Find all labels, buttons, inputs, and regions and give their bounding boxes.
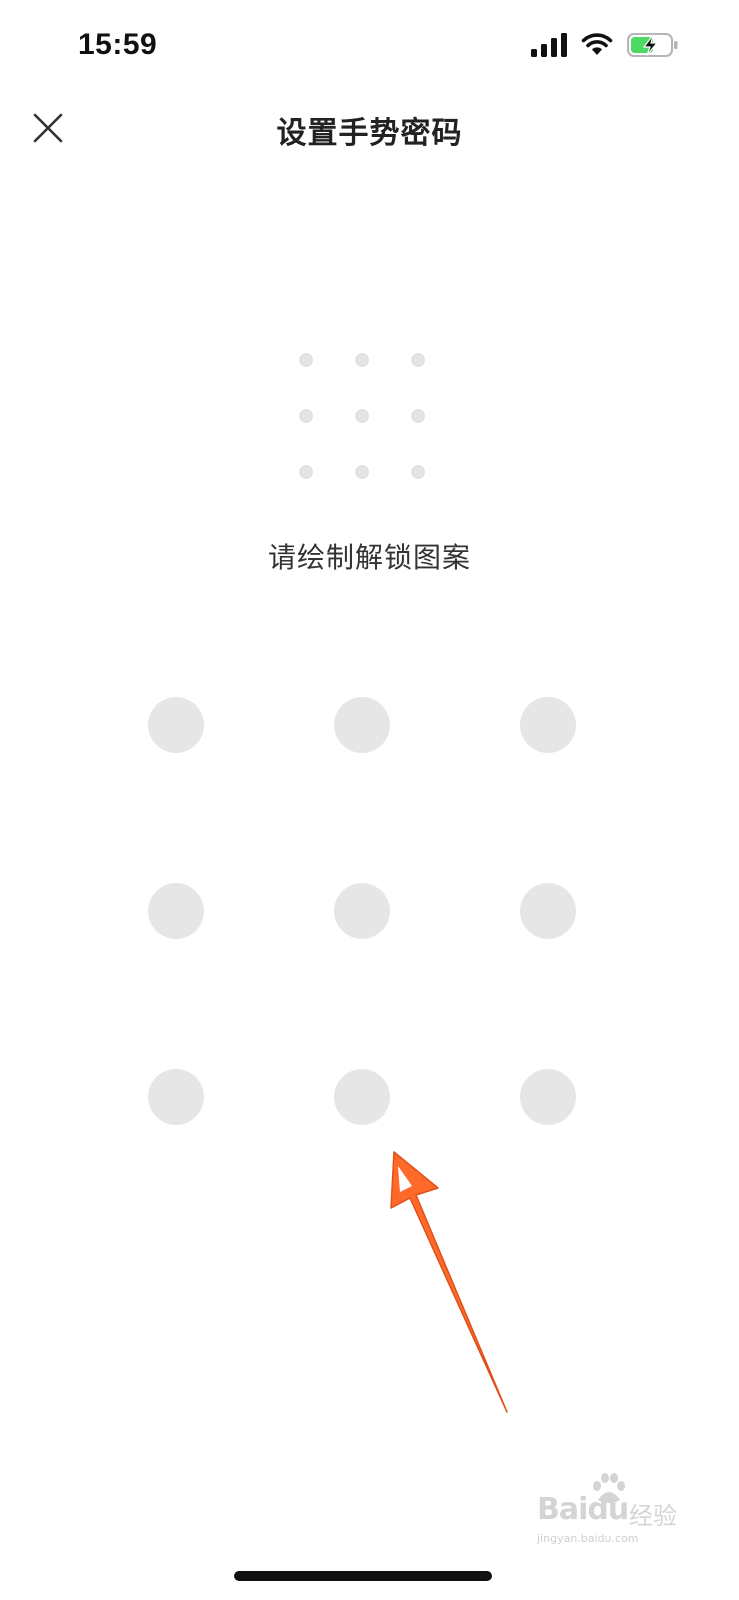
- watermark-main: Baidu: [537, 1492, 629, 1527]
- battery-charging-icon: [627, 32, 679, 62]
- pattern-preview: [0, 0, 739, 1600]
- preview-dot: [299, 353, 313, 367]
- preview-dot: [299, 465, 313, 479]
- home-indicator[interactable]: [234, 1571, 492, 1581]
- arrow-annotation-icon: [390, 1151, 508, 1413]
- wifi-icon: [581, 33, 613, 61]
- page-title: 设置手势密码: [276, 116, 463, 151]
- pattern-dot-9[interactable]: [520, 1069, 576, 1125]
- pattern-dot-1[interactable]: [148, 697, 204, 753]
- status-icons: [531, 32, 679, 62]
- preview-dot: [411, 409, 425, 423]
- pattern-dot-4[interactable]: [148, 883, 204, 939]
- draw-pattern-hint: 请绘制解锁图案: [267, 541, 471, 574]
- preview-dot: [355, 465, 369, 479]
- pattern-dot-2[interactable]: [334, 697, 390, 753]
- preview-dot: [411, 465, 425, 479]
- watermark-url: jingyan.baidu.com: [537, 1532, 639, 1545]
- cellular-signal-icon: [531, 33, 567, 61]
- watermark-cn: 经验: [629, 1502, 677, 1530]
- pattern-dot-3[interactable]: [520, 697, 576, 753]
- pattern-dot-5[interactable]: [334, 883, 390, 939]
- pattern-dot-8[interactable]: [334, 1069, 390, 1125]
- baidu-watermark: Baidu 经验 jingyan.baidu.com: [537, 1473, 687, 1548]
- preview-dot: [355, 353, 369, 367]
- preview-dot: [299, 409, 313, 423]
- status-time: 15:59: [78, 28, 158, 61]
- preview-dot: [411, 353, 425, 367]
- header: 设置手势密码: [0, 96, 739, 166]
- preview-dot: [355, 409, 369, 423]
- pattern-dot-7[interactable]: [148, 1069, 204, 1125]
- status-bar: 15:59: [0, 0, 739, 96]
- pattern-dot-6[interactable]: [520, 883, 576, 939]
